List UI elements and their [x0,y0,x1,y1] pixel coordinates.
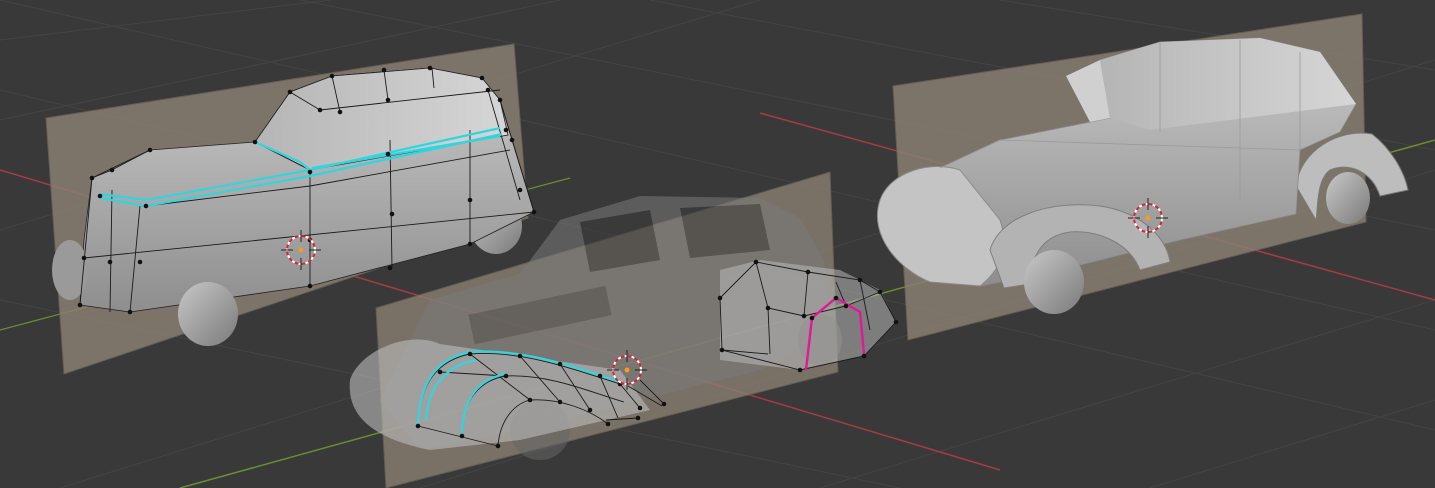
wheel-front-right [1024,250,1084,314]
3d-viewport[interactable] [0,0,1435,488]
wheel-front-left [178,282,238,346]
wheel-rear-right [1326,172,1370,224]
viewport-canvas[interactable] [0,0,1435,488]
